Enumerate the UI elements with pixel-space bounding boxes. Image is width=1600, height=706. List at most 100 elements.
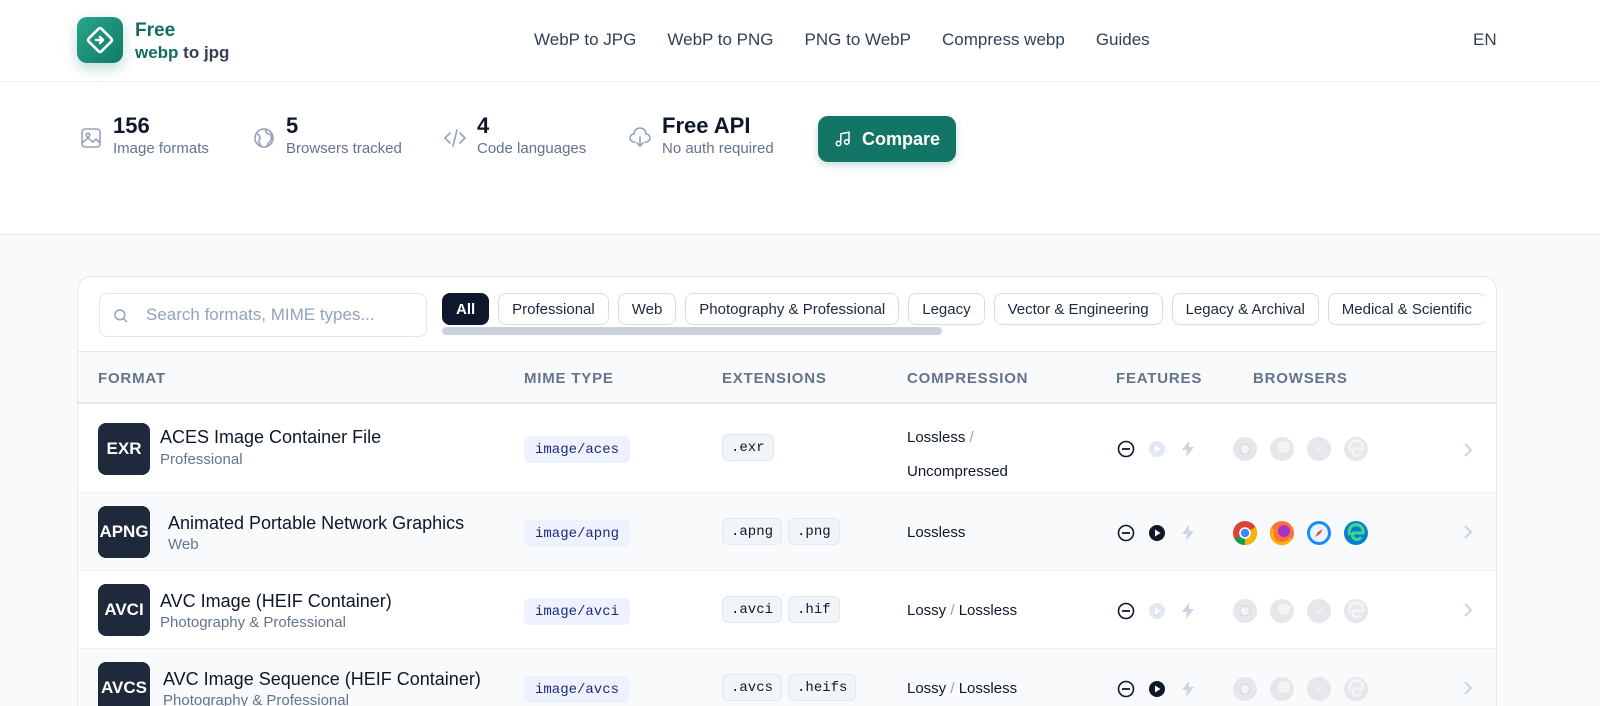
filter-professional[interactable]: Professional [498,293,609,325]
compare-label: Compare [861,128,941,149]
safari-icon [1307,677,1331,701]
features [1117,524,1197,542]
column-browsers[interactable]: BROWSERS [1253,370,1348,387]
filter-legacy-archival[interactable]: Legacy & Archival [1171,293,1319,325]
stat-image-formats: 156 Image formats [79,114,209,160]
table-row[interactable]: AVCS AVC Image Sequence (HEIF Container)… [78,649,1496,706]
animation-icon [1149,525,1165,541]
brand-line2: webp to jpg [135,43,230,62]
format-name: Animated Portable Network Graphics [168,513,465,533]
chevron-right-icon[interactable] [1462,680,1474,696]
chevron-right-icon[interactable] [1462,524,1474,540]
format-category: Web [168,536,199,553]
main-nav: WebP to JPG WebP to PNG PNG to WebP Comp… [534,30,1181,50]
format-badge: AVCS [98,662,150,706]
features [1117,602,1197,620]
search-icon [114,309,128,323]
filter-photography-professional[interactable]: Photography & Professional [685,293,900,325]
column-mime-type[interactable]: MIME TYPE [524,370,614,387]
safari-icon [1307,437,1331,461]
compare-button[interactable]: Compare [818,116,956,162]
search-input[interactable] [146,294,416,336]
chevron-right-icon[interactable] [1462,442,1474,458]
extensions: .avcs .heifs [722,674,857,701]
filter-web[interactable]: Web [617,293,677,325]
format-category: Photography & Professional [160,614,346,631]
format-badge: APNG [98,506,150,558]
format-name: ACES Image Container File [160,427,382,447]
transparency-icon [1117,680,1135,698]
nav-webp-to-png[interactable]: WebP to PNG [667,30,773,50]
extension: .avcs [722,674,783,701]
format-name: AVC Image (HEIF Container) [160,591,392,611]
code-icon [443,129,467,147]
stat-label: Browsers tracked [286,140,402,157]
column-compression[interactable]: COMPRESSION [907,370,1028,387]
stat-value: 4 [477,113,490,138]
filter-legacy[interactable]: Legacy [908,293,985,325]
extension: .avci [722,596,783,623]
firefox-icon [1270,437,1294,461]
edge-icon [1344,437,1368,461]
transparency-icon [1117,524,1135,542]
stat-value: 156 [113,113,150,138]
lightning-icon [1182,603,1194,619]
transparency-icon [1117,440,1135,458]
mime-type: image/aces [524,436,631,463]
extension: .hif [788,596,840,623]
features [1117,680,1197,698]
stat-value: 5 [286,113,299,138]
browser-support [1232,676,1369,702]
edge-icon [1344,677,1368,701]
extension: .heifs [788,674,857,701]
site-header: Free webp to jpg WebP to JPG WebP to PNG… [0,0,1600,82]
column-format[interactable]: FORMAT [98,370,166,387]
mime-type: image/avcs [524,676,631,703]
format-category: Professional [160,451,243,468]
firefox-icon [1270,677,1294,701]
extensions: .avci .hif [722,596,840,623]
extension: .apng [722,518,783,545]
mime-type: image/apng [524,520,631,547]
filter-medical-scientific[interactable]: Medical & Scientific [1327,293,1484,325]
extensions: .apng .png [722,518,840,545]
filter-vector-engineering[interactable]: Vector & Engineering [993,293,1163,325]
brand-name[interactable]: Free webp to jpg [135,20,229,64]
chrome-icon [1233,677,1257,701]
search-box [99,293,427,337]
edge-icon [1344,521,1368,545]
table-row[interactable]: EXR ACES Image Container File Profession… [78,405,1496,493]
language-selector[interactable]: EN [1473,30,1497,50]
logo-icon[interactable] [77,17,123,63]
lightning-icon [1182,441,1194,457]
firefox-icon [1270,521,1294,546]
filters-scrollbar[interactable] [442,327,942,335]
browser-support [1232,436,1369,462]
table-row[interactable]: APNG Animated Portable Network Graphics … [78,493,1496,571]
nav-compress-webp[interactable]: Compress webp [942,30,1065,50]
edge-icon [1344,599,1368,623]
nav-webp-to-jpg[interactable]: WebP to JPG [534,30,636,50]
nav-png-to-webp[interactable]: PNG to WebP [805,30,911,50]
nav-guides[interactable]: Guides [1096,30,1150,50]
column-extensions[interactable]: EXTENSIONS [722,370,827,387]
image-icon [81,128,101,148]
column-features[interactable]: FEATURES [1116,370,1202,387]
filter-all[interactable]: All [442,293,490,325]
table-row[interactable]: AVCI AVC Image (HEIF Container) Photogra… [78,571,1496,649]
cloud-download-icon [629,127,651,148]
stat-value: Free API [662,113,751,138]
animation-icon [1149,603,1165,619]
format-badge: EXR [98,423,150,475]
animation-icon [1149,441,1165,457]
music-icon [835,131,850,147]
stat-code-languages: 4 Code languages [443,114,586,160]
formats-table-card: All Professional Web Photography & Profe… [77,276,1497,706]
chevron-right-icon[interactable] [1462,602,1474,618]
extension: .exr [722,434,774,461]
features [1117,440,1197,458]
compression: Lossy / Lossless [907,680,1018,697]
chrome-icon [1233,437,1257,461]
stat-label: Image formats [113,140,209,157]
stat-label: Code languages [477,140,587,157]
